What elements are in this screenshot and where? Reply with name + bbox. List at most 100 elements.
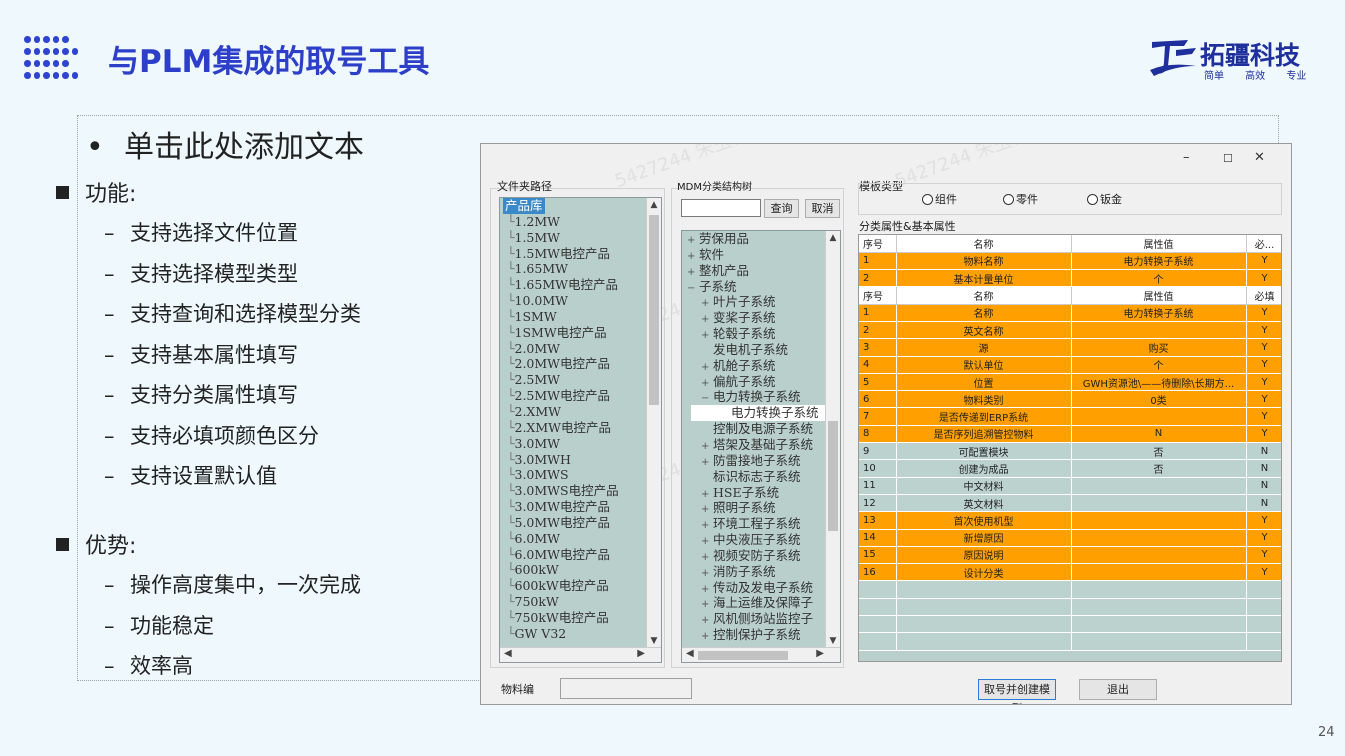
- table-cell[interactable]: 2: [859, 321, 897, 340]
- table-cell[interactable]: [1071, 632, 1247, 651]
- tree-node[interactable]: + 中央液压子系统: [687, 532, 840, 548]
- scroll-left-icon[interactable]: ◀: [686, 648, 694, 659]
- table-cell[interactable]: [1071, 511, 1247, 530]
- tree-item[interactable]: └2.XMW: [503, 404, 661, 420]
- tree-item[interactable]: └750kW电控产品: [503, 610, 661, 626]
- table-cell[interactable]: 1: [859, 252, 897, 271]
- tree-item[interactable]: └GW V32: [503, 626, 661, 642]
- table-cell[interactable]: 是否传递到ERP系统: [896, 407, 1072, 426]
- expand-toggle-icon[interactable]: −: [701, 391, 713, 407]
- class-attr-row[interactable]: 1 名称 电力转换子系统 Y: [859, 304, 1281, 322]
- query-button[interactable]: 查询: [764, 199, 799, 218]
- tree-node[interactable]: 标识标志子系统: [687, 469, 840, 485]
- tree-item[interactable]: └2.0MW电控产品: [503, 356, 661, 372]
- table-cell[interactable]: [896, 580, 1072, 599]
- radio-sheetmetal[interactable]: 钣金: [1087, 191, 1122, 207]
- table-cell[interactable]: [1071, 321, 1247, 340]
- class-attr-row[interactable]: 15 原因说明 Y: [859, 546, 1281, 565]
- attribute-grid[interactable]: 序号 名称 属性值 必... 1 物料名称 电力转换子系统 Y 2 基本计量单位个 Y 序号 名称 属性值…: [858, 234, 1282, 662]
- tree-node[interactable]: + 海上运维及保障子: [687, 595, 840, 611]
- tree-item[interactable]: └3.0MWS电控产品: [503, 483, 661, 499]
- tree-item[interactable]: └1.5MW电控产品: [503, 246, 661, 262]
- table-cell[interactable]: 3: [859, 338, 897, 357]
- table-cell[interactable]: 8: [859, 425, 897, 444]
- table-cell[interactable]: Y: [1246, 390, 1281, 409]
- tree-item[interactable]: └600kW电控产品: [503, 578, 661, 594]
- table-cell[interactable]: [1071, 407, 1247, 426]
- tree-node[interactable]: + HSE子系统: [687, 485, 840, 501]
- table-cell[interactable]: N: [1246, 477, 1281, 495]
- tree-node[interactable]: − 子系统: [687, 279, 840, 295]
- table-cell[interactable]: GWH资源池\——待删除\长期方...: [1071, 373, 1247, 392]
- table-cell[interactable]: 默认单位: [896, 356, 1072, 374]
- table-cell[interactable]: 英文材料: [896, 494, 1072, 513]
- class-attr-row[interactable]: 9 可配置模块否 N: [859, 442, 1281, 461]
- tree-node[interactable]: + 环境工程子系统: [687, 516, 840, 532]
- tree-node[interactable]: + 整机产品: [687, 263, 840, 279]
- table-cell[interactable]: N: [1246, 459, 1281, 478]
- class-vscroll[interactable]: ▲ ▼: [825, 231, 840, 648]
- class-attr-row[interactable]: 7 是否传递到ERP系统 Y: [859, 407, 1281, 426]
- scroll-down-icon[interactable]: ▼: [647, 636, 661, 646]
- table-cell[interactable]: 12: [859, 494, 897, 513]
- table-cell[interactable]: 首次使用机型: [896, 511, 1072, 530]
- tree-node[interactable]: 发电机子系统: [687, 342, 840, 358]
- class-attr-row[interactable]: 13 首次使用机型 Y: [859, 511, 1281, 530]
- scroll-thumb[interactable]: [828, 421, 838, 531]
- table-cell[interactable]: 14: [859, 529, 897, 547]
- tree-item[interactable]: └2.5MW: [503, 372, 661, 388]
- tree-node[interactable]: + 机舱子系统: [687, 358, 840, 374]
- tree-node[interactable]: + 叶片子系统: [687, 294, 840, 310]
- table-cell[interactable]: 16: [859, 563, 897, 582]
- tree-item[interactable]: └6.0MW: [503, 531, 661, 547]
- class-attr-row[interactable]: 12 英文材料 N: [859, 494, 1281, 513]
- table-cell[interactable]: N: [1246, 442, 1281, 461]
- tree-node[interactable]: + 消防子系统: [687, 564, 840, 580]
- tree-item[interactable]: └1.2MW: [503, 214, 661, 230]
- table-cell[interactable]: 1: [859, 304, 897, 322]
- empty-row[interactable]: [859, 580, 1281, 599]
- tree-item[interactable]: └2.XMW电控产品: [503, 420, 661, 436]
- table-cell[interactable]: Y: [1246, 321, 1281, 340]
- table-header[interactable]: 序号 名称 属性值 必...: [859, 235, 1281, 253]
- tree-item[interactable]: └750kW: [503, 594, 661, 610]
- tree-node[interactable]: 控制及电源子系统: [687, 421, 840, 437]
- table-cell[interactable]: 6: [859, 390, 897, 409]
- table-cell[interactable]: 名称: [896, 304, 1072, 322]
- table-header[interactable]: 序号 名称 属性值 必填: [859, 286, 1281, 305]
- empty-row[interactable]: [859, 615, 1281, 634]
- table-cell[interactable]: 原因说明: [896, 546, 1072, 565]
- table-cell[interactable]: Y: [1246, 546, 1281, 565]
- table-cell[interactable]: [1071, 580, 1247, 599]
- radio-part[interactable]: 零件: [1003, 191, 1038, 207]
- basic-attr-row[interactable]: 2 基本计量单位个 Y: [859, 269, 1281, 288]
- tree-item[interactable]: └5.0MW电控产品: [503, 515, 661, 531]
- maximize-button[interactable]: ☐: [1223, 152, 1233, 165]
- tree-item[interactable]: └1SMW电控产品: [503, 325, 661, 341]
- scroll-right-icon[interactable]: ▶: [637, 648, 645, 659]
- table-cell[interactable]: 5: [859, 373, 897, 392]
- scroll-left-icon[interactable]: ◀: [504, 648, 512, 659]
- tree-item-selected[interactable]: 电力转换子系统: [691, 405, 840, 422]
- folder-tree[interactable]: 产品库 └1.2MW └1.5MW └1.5MW电控产品 └1.65MW └1.…: [499, 197, 662, 663]
- table-cell[interactable]: Y: [1246, 563, 1281, 582]
- tree-item[interactable]: └10.0MW: [503, 293, 661, 309]
- table-cell[interactable]: [1246, 615, 1281, 634]
- tree-node[interactable]: + 风机侧场站监控子: [687, 611, 840, 627]
- minimize-button[interactable]: –: [1183, 150, 1190, 165]
- tree-item[interactable]: └3.0MW电控产品: [503, 499, 661, 515]
- table-cell[interactable]: [859, 598, 897, 617]
- cancel-button[interactable]: 取消: [805, 199, 840, 218]
- text-placeholder[interactable]: • 单击此处添加文本: [86, 122, 364, 166]
- table-cell[interactable]: [1071, 546, 1247, 565]
- tree-node[interactable]: + 塔架及基础子系统: [687, 437, 840, 453]
- table-cell[interactable]: Y: [1246, 373, 1281, 392]
- table-cell[interactable]: 物料名称: [896, 252, 1072, 271]
- table-cell[interactable]: 2: [859, 269, 897, 288]
- tree-item[interactable]: └2.0MW: [503, 341, 661, 357]
- table-cell[interactable]: 电力转换子系统: [1071, 304, 1247, 322]
- empty-row[interactable]: [859, 632, 1281, 651]
- scroll-right-icon[interactable]: ▶: [816, 648, 824, 659]
- table-cell[interactable]: [1246, 598, 1281, 617]
- material-code-field[interactable]: [560, 678, 692, 699]
